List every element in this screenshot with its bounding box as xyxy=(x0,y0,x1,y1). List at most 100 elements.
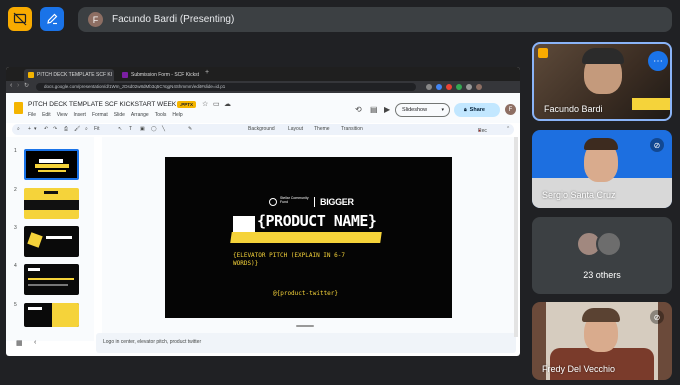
comment-icon[interactable]: ✎ xyxy=(188,126,192,132)
yellow-brush-stroke xyxy=(230,232,382,243)
poster-bigger xyxy=(632,98,670,110)
comments-icon[interactable]: ▤ xyxy=(370,105,378,114)
slide-thumbnail-1[interactable] xyxy=(24,149,79,180)
line-icon[interactable]: ╲ xyxy=(162,126,165,132)
slide-filmstrip: 1 2 3 4 5 xyxy=(6,137,94,341)
menu-insert[interactable]: Insert xyxy=(73,112,86,118)
slide-thumbnail-5[interactable] xyxy=(24,303,79,327)
grid-view-icon[interactable]: ▦ xyxy=(16,339,23,347)
browser-tab-slides[interactable]: PITCH DECK TEMPLATE SCF KI xyxy=(24,69,114,81)
speaker-notes[interactable]: Logo in center, elevator pitch, product … xyxy=(96,333,516,353)
annotate-button[interactable] xyxy=(40,7,64,31)
pen-icon xyxy=(47,13,58,25)
user-avatar[interactable]: F xyxy=(505,104,516,115)
participant-tile-fredy[interactable]: ⊘ Fredy Del Vecchio xyxy=(532,302,672,380)
presenting-indicator-icon xyxy=(538,48,548,58)
menu-format[interactable]: Format xyxy=(92,112,108,118)
chevron-down-icon[interactable]: ▾ xyxy=(441,107,444,113)
mic-off-icon: ⊘ xyxy=(650,138,664,152)
zoom-icon[interactable]: ⌕ xyxy=(85,126,88,132)
url-field[interactable]: docs.google.com/presentation/d/1Wm_zDsd0… xyxy=(36,83,416,91)
share-label: Share xyxy=(469,107,485,113)
file-type-badge: .PPTX xyxy=(177,101,197,108)
hair xyxy=(582,308,620,322)
layout-button[interactable]: Layout xyxy=(288,126,303,132)
meet-icon[interactable]: ▶ xyxy=(384,105,390,114)
add-icon[interactable]: + xyxy=(28,126,31,132)
move-icon[interactable]: ▭ xyxy=(213,100,220,108)
theme-button[interactable]: Theme xyxy=(314,126,330,132)
background-button[interactable]: Background xyxy=(248,126,275,132)
menu-help[interactable]: Help xyxy=(172,112,182,118)
search-menus-icon[interactable]: ⌕ xyxy=(17,126,20,132)
hair xyxy=(584,138,618,150)
thumb-number: 2 xyxy=(14,187,17,193)
collapse-filmstrip-icon[interactable]: ‹ xyxy=(34,339,36,346)
participant-tile-facundo[interactable]: ⋯ Facundo Bardi xyxy=(532,42,672,121)
product-name-title: {PRODUCT NAME} xyxy=(257,212,377,230)
tab-label: Submission Form - SCF Kickst xyxy=(131,72,200,78)
stop-presenting-button[interactable] xyxy=(8,7,32,31)
cloud-status-icon[interactable]: ☁ xyxy=(224,100,231,108)
collapse-toolbar-icon[interactable]: ⌃ xyxy=(506,126,510,132)
avatar xyxy=(596,231,622,257)
text-box-icon[interactable]: T xyxy=(129,126,132,132)
star-doc-icon[interactable]: ☆ xyxy=(202,100,208,108)
share-button[interactable]: 🔒︎ Share xyxy=(454,103,500,117)
logo-text-stellar: Stellar Community Fund xyxy=(280,196,309,204)
mic-off-icon: ⊘ xyxy=(650,310,664,324)
more-options-button[interactable]: ⋯ xyxy=(648,51,668,71)
slide-thumbnail-2[interactable] xyxy=(24,188,79,219)
star-icon[interactable] xyxy=(426,84,432,90)
participant-tile-sergio[interactable]: ⊘ Sergio Santa Cruz xyxy=(532,130,672,208)
rec-label: Rec xyxy=(478,128,487,134)
browser-tab-form[interactable]: Submission Form - SCF Kickst xyxy=(118,69,200,81)
menu-view[interactable]: View xyxy=(57,112,68,118)
chevron-down-icon[interactable]: ▾ xyxy=(34,126,37,132)
paint-format-icon[interactable]: 🖌︎ xyxy=(74,126,80,132)
thumb-number: 1 xyxy=(14,148,17,154)
canvas-resize-handle[interactable] xyxy=(296,325,314,327)
history-icon[interactable]: ⟲ xyxy=(355,105,362,114)
menu-arrange[interactable]: Arrange xyxy=(131,112,149,118)
vertical-scrollbar[interactable] xyxy=(514,137,518,337)
select-icon[interactable]: ↖ xyxy=(118,126,122,132)
profile-icon[interactable] xyxy=(476,84,482,90)
slides-toolbar: ⌕ + ▾ ↶ ↷ ⎙ 🖌︎ ⌕ Fit ↖ T ▣ ◯ ╲ ✎ Backgro… xyxy=(12,124,514,135)
extension-icon[interactable] xyxy=(456,84,462,90)
transition-button[interactable]: Transition xyxy=(341,126,363,132)
shape-icon[interactable]: ◯ xyxy=(151,126,157,132)
logo-divider xyxy=(314,197,315,207)
zoom-select[interactable]: Fit xyxy=(94,126,100,132)
print-icon[interactable]: ⎙ xyxy=(64,126,68,132)
slideshow-button[interactable]: Slideshow ▾ xyxy=(395,103,450,117)
logo-text-bigger: BIGGER xyxy=(320,197,354,207)
image-icon[interactable]: ▣ xyxy=(140,126,145,132)
slide-thumbnail-4[interactable] xyxy=(24,264,79,295)
slide-thumbnail-3[interactable] xyxy=(24,226,79,257)
current-slide[interactable]: Stellar Community Fund BIGGER {PRODUCT N… xyxy=(165,157,452,318)
elevator-pitch-line1: {ELEVATOR PITCH (EXPLAIN IN 6-7 xyxy=(233,252,345,259)
menu-file[interactable]: File xyxy=(28,112,36,118)
undo-icon[interactable]: ↶ xyxy=(44,126,48,132)
extension-icon[interactable] xyxy=(446,84,452,90)
menu-tools[interactable]: Tools xyxy=(155,112,167,118)
menu-slide[interactable]: Slide xyxy=(114,112,125,118)
extension-icon[interactable] xyxy=(466,84,472,90)
participant-name: Sergio Santa Cruz xyxy=(542,190,616,200)
presenter-avatar: F xyxy=(88,12,103,27)
participant-tile-others[interactable]: 23 others xyxy=(532,217,672,294)
new-tab-icon[interactable]: + xyxy=(205,69,209,76)
menu-edit[interactable]: Edit xyxy=(42,112,51,118)
forward-icon[interactable]: › xyxy=(17,82,19,89)
redo-icon[interactable]: ↷ xyxy=(53,126,57,132)
document-title[interactable]: PITCH DECK TEMPLATE SCF KICKSTART WEEK xyxy=(28,101,176,108)
back-icon[interactable]: ‹ xyxy=(10,82,12,89)
slideshow-label: Slideshow xyxy=(402,107,428,113)
reload-icon[interactable]: ↻ xyxy=(24,82,29,89)
forms-favicon-icon xyxy=(122,72,128,78)
participant-name: Facundo Bardi xyxy=(544,104,603,114)
elevator-pitch-line2: WORDS)} xyxy=(233,260,259,267)
presenting-banner: F Facundo Bardi (Presenting) xyxy=(78,7,672,32)
extension-icon[interactable] xyxy=(436,84,442,90)
